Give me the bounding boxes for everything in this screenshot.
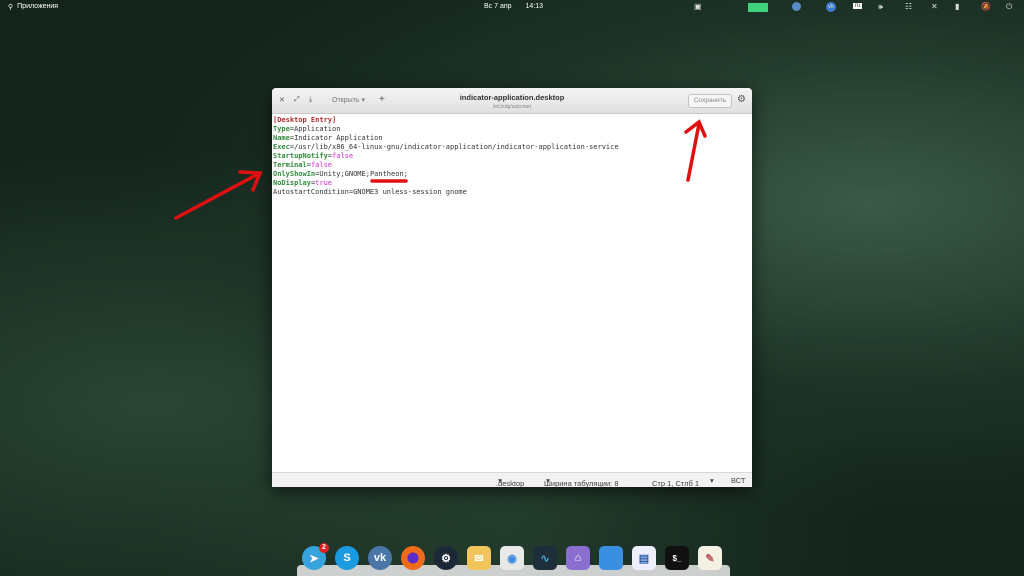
system-tray: ▣ vk ru 🕪 ☷ ✕ ▮ 🔕 ⏻: [0, 2, 1024, 14]
code-token: StartupNotify: [273, 152, 328, 160]
vk-indicator-icon[interactable]: vk: [826, 2, 836, 12]
text-area[interactable]: [Desktop Entry] Type=Application Name=Indi…: [272, 114, 752, 199]
code-token: NoDisplay: [273, 179, 311, 187]
chevron-down-icon[interactable]: ▾: [710, 476, 714, 485]
annotation-arrow-left: [174, 172, 260, 220]
steam-icon[interactable]: ⚙: [434, 546, 458, 570]
code-token: Name: [273, 134, 290, 142]
notification-badge: 2: [319, 543, 329, 553]
app-indicator-icon[interactable]: [792, 2, 801, 11]
code-line: Exec=/usr/lib/x86_64-linux-gnu/indicator…: [273, 143, 751, 152]
code-token: =Unity;GNOME;Pantheon;: [315, 170, 408, 178]
code-line: NoDisplay=true: [273, 179, 751, 188]
keyboard-layout-indicator[interactable]: ru: [853, 3, 863, 9]
mail-icon[interactable]: ✉: [467, 546, 491, 570]
window-title: indicator-application.desktop: [459, 93, 565, 102]
settings-toggle-icon[interactable]: ◉: [500, 546, 524, 570]
battery-app-indicator-icon[interactable]: [748, 3, 768, 12]
battery-icon[interactable]: ▮: [955, 2, 959, 11]
code-token: =/usr/lib/x86_64-linux-gnu/indicator-app…: [289, 143, 619, 151]
code-line: StartupNotify=false: [273, 152, 751, 161]
text-editor-window: ✕ ⤢ ⤓ Открыть ▾ + indicator-application.…: [272, 88, 752, 487]
language-selector[interactable]: .desktop ▾: [496, 476, 524, 487]
code-token: [Desktop Entry]: [273, 116, 337, 124]
power-icon[interactable]: ⏻: [1006, 2, 1012, 12]
code-token: true: [315, 179, 333, 187]
notifications-icon[interactable]: 🔕: [981, 2, 991, 11]
file-path: /etc/xdg/autostart: [492, 104, 532, 110]
status-bar: .desktop ▾ Ширина табуляции: 8 ▾ Стр 1, …: [272, 472, 752, 487]
code-token: Terminal: [273, 161, 307, 169]
code-token: =Application: [289, 125, 341, 133]
gear-icon[interactable]: ⚙: [737, 94, 746, 105]
screenshot-indicator-icon[interactable]: ▣: [694, 2, 702, 11]
annotation-arrowhead-left: [238, 170, 263, 192]
volume-icon[interactable]: 🕪: [878, 2, 883, 12]
code-line: [Desktop Entry]: [273, 116, 751, 125]
insert-mode: ВСТ: [731, 476, 746, 485]
code-line: Type=Application: [273, 125, 751, 134]
code-line: Name=Indicator Application: [273, 134, 751, 143]
code-token: AutostartCondition=GNOME3 unless-session…: [273, 188, 467, 196]
bluetooth-icon[interactable]: ✕: [931, 2, 938, 11]
text-editor-icon[interactable]: ✎: [698, 546, 722, 570]
telegram-icon[interactable]: ➤ 2: [302, 543, 329, 570]
code-token: false: [332, 152, 354, 160]
code-token: false: [310, 161, 333, 169]
document-viewer-icon[interactable]: ▤: [632, 546, 656, 570]
vk-icon[interactable]: vk: [368, 546, 392, 570]
top-panel: ⚲ Приложения Вс 7 апр 14:13 ▣ vk ru 🕪 ☷ …: [0, 0, 1024, 16]
firefox-icon[interactable]: [401, 546, 425, 570]
skype-icon[interactable]: S: [335, 546, 359, 570]
save-button[interactable]: Сохранить: [688, 94, 732, 108]
files-icon[interactable]: [599, 546, 623, 570]
code-token: Type: [273, 125, 290, 133]
code-token: OnlyShowIn: [273, 170, 316, 178]
tab-width-label: Ширина табуляции: 8: [544, 479, 619, 487]
code-line: Terminal=false: [273, 161, 751, 170]
system-monitor-icon[interactable]: ∿: [533, 546, 557, 570]
header-bar: ✕ ⤢ ⤓ Открыть ▾ + indicator-application.…: [272, 88, 752, 114]
code-line: OnlyShowIn=Unity;GNOME;Pantheon;: [273, 170, 751, 179]
language-label: .desktop: [496, 479, 525, 487]
tab-width-selector[interactable]: Ширина табуляции: 8 ▾: [544, 476, 619, 487]
network-icon[interactable]: ☷: [905, 2, 912, 11]
code-token: =Indicator Application: [289, 134, 383, 142]
terminal-icon[interactable]: $_: [665, 546, 689, 570]
cursor-position-label: Стр 1, Стлб 1: [652, 479, 700, 487]
app-center-icon[interactable]: ⌂: [566, 546, 590, 570]
code-token: Exec: [273, 143, 290, 151]
code-line: AutostartCondition=GNOME3 unless-session…: [273, 188, 751, 197]
